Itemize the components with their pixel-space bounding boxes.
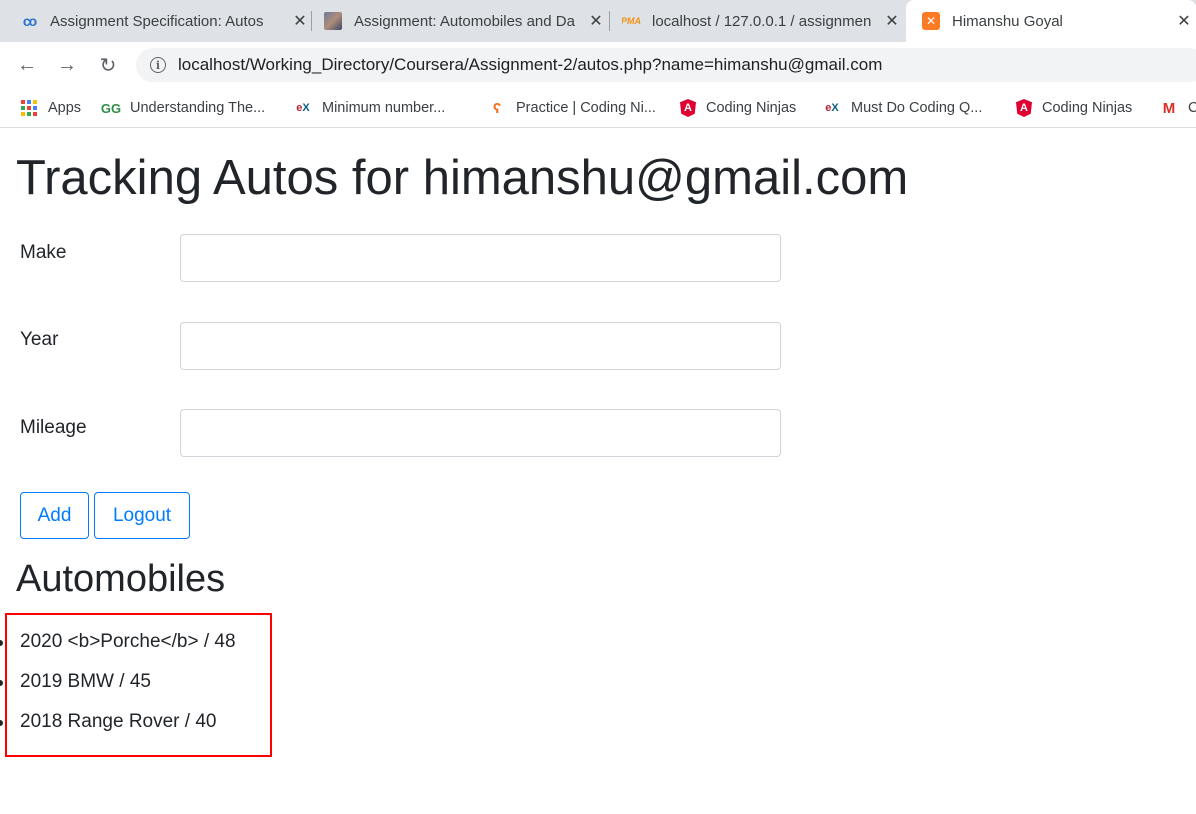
bookmark-label: Minimum number... <box>322 100 446 116</box>
tab-title: Assignment: Automobiles and Da <box>354 12 575 30</box>
tab-title: Himanshu Goyal <box>952 12 1063 30</box>
bookmark-label: Understanding The... <box>130 100 266 116</box>
list-item: 2018 Range Rover / 40 <box>20 711 217 732</box>
list-bullet <box>0 640 3 646</box>
bookmark-label: Must Do Coding Q... <box>851 100 983 116</box>
list-item: 2020 <b>Porche</b> / 48 <box>20 631 236 652</box>
tab-title: localhost / 127.0.0.1 / assignmen <box>652 12 872 30</box>
year-input[interactable] <box>180 322 781 370</box>
reload-icon[interactable]: ↻ <box>95 52 121 78</box>
bookmark-label: C <box>1188 100 1196 116</box>
tab-assignment-automobiles[interactable]: Assignment: Automobiles and Da ✕ <box>324 0 606 42</box>
bookmark-coding-ninjas-2[interactable]: A Coding Ninjas <box>1016 96 1132 120</box>
angular-icon: A <box>680 99 696 117</box>
profile-image-icon <box>324 12 342 30</box>
bookmark-label: Coding Ninjas <box>706 100 797 116</box>
bookmark-label: Practice | Coding Ni... <box>516 100 656 116</box>
bookmark-label: Apps <box>48 100 82 116</box>
browser-toolbar: ← → ↻ i localhost/Working_Directory/Cour… <box>0 42 1196 88</box>
tab-separator <box>311 11 312 31</box>
back-arrow-icon[interactable]: ← <box>14 52 40 78</box>
logout-button[interactable]: Logout <box>94 492 190 539</box>
edx-icon: eX <box>825 102 839 114</box>
info-icon[interactable]: i <box>150 57 166 73</box>
bookmark-apps[interactable]: Apps <box>20 96 81 120</box>
gmail-icon: M <box>1162 99 1176 117</box>
close-icon[interactable]: ✕ <box>1174 11 1194 31</box>
close-icon[interactable]: ✕ <box>586 11 606 31</box>
forward-arrow-icon[interactable]: → <box>54 52 80 78</box>
tab-separator <box>609 11 610 31</box>
automobiles-heading: Automobiles <box>16 558 226 600</box>
close-icon[interactable]: ✕ <box>290 11 310 31</box>
close-icon[interactable]: ✕ <box>882 11 902 31</box>
apps-grid-icon <box>20 99 38 117</box>
tab-phpmyadmin[interactable]: PMA localhost / 127.0.0.1 / assignmen ✕ <box>622 0 902 42</box>
make-label: Make <box>20 242 67 263</box>
add-button[interactable]: Add <box>20 492 89 539</box>
bookmark-practice-coding-ninjas[interactable]: ʕ Practice | Coding Ni... <box>488 96 656 120</box>
bookmark-gmail[interactable]: M C <box>1160 96 1196 120</box>
tab-himanshu-goyal[interactable]: ✕ Himanshu Goyal ✕ <box>906 0 1196 42</box>
coursera-icon: co <box>22 13 37 29</box>
tab-assignment-specification[interactable]: co Assignment Specification: Autos ✕ <box>20 0 310 42</box>
mileage-label: Mileage <box>20 417 87 438</box>
bookmark-must-do-coding[interactable]: eX Must Do Coding Q... <box>823 96 982 120</box>
bookmark-coding-ninjas[interactable]: A Coding Ninjas <box>680 96 796 120</box>
year-label: Year <box>20 329 59 350</box>
page-title: Tracking Autos for himanshu@gmail.com <box>16 151 909 205</box>
angular-icon: A <box>1016 99 1032 117</box>
phpmyadmin-icon: PMA <box>622 16 641 26</box>
mileage-input[interactable] <box>180 409 781 457</box>
bookmarks-bar: Apps GG Understanding The... eX Minimum … <box>0 88 1196 128</box>
list-bullet <box>0 680 3 686</box>
list-item: 2019 BMW / 45 <box>20 671 151 692</box>
tab-title: Assignment Specification: Autos <box>50 12 264 30</box>
bookmark-minimum-number[interactable]: eX Minimum number... <box>294 96 445 120</box>
address-bar[interactable]: i localhost/Working_Directory/Coursera/A… <box>136 48 1196 82</box>
bookmark-understanding[interactable]: GG Understanding The... <box>100 96 266 120</box>
list-bullet <box>0 720 3 726</box>
bookmark-label: Coding Ninjas <box>1042 100 1133 116</box>
url-text[interactable]: localhost/Working_Directory/Coursera/Ass… <box>178 55 882 75</box>
make-input[interactable] <box>180 234 781 282</box>
xampp-icon: ✕ <box>922 12 940 30</box>
browser-tab-strip: co Assignment Specification: Autos ✕ Ass… <box>0 0 1196 42</box>
geeksforgeeks-icon: GG <box>100 100 122 116</box>
edx-icon: eX <box>296 102 310 114</box>
coding-ninjas-icon: ʕ <box>492 99 502 117</box>
